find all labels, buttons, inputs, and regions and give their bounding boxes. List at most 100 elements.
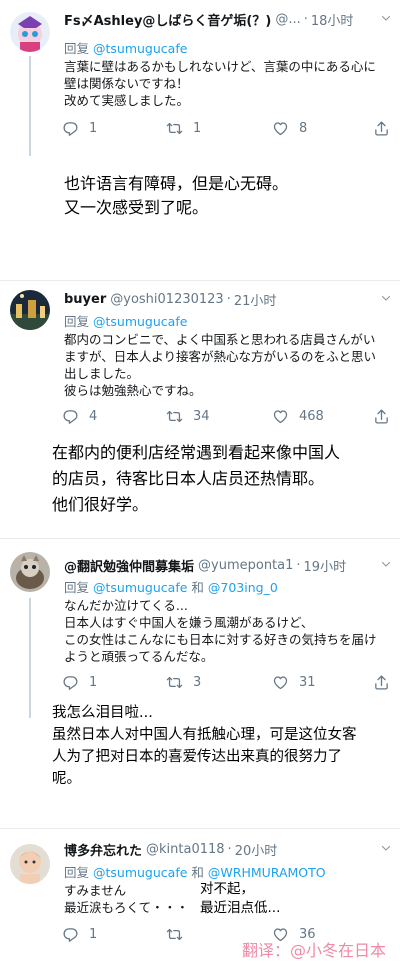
reply-mention[interactable]: @tsumugucafe xyxy=(93,41,187,56)
user-handle[interactable]: @kinta0118 xyxy=(146,842,225,857)
retweet-count: 3 xyxy=(193,675,202,690)
translation-line: 在都内的便利店经常遇到看起来像中国人 xyxy=(52,443,341,462)
tweet-text-line: 日本人はすぐ中国人を嫌う風潮があるけど、 xyxy=(64,615,314,630)
thread-line xyxy=(29,56,31,156)
avatar[interactable] xyxy=(10,552,50,592)
retweet-icon xyxy=(166,674,183,691)
divider xyxy=(0,280,400,281)
display-name[interactable]: Fs〆Ashley@しばらく音ゲ垢(？) xyxy=(64,10,271,29)
divider xyxy=(0,538,400,539)
caret-down-icon[interactable] xyxy=(380,12,392,24)
like-count: 8 xyxy=(299,121,308,136)
tweet-text-line: ようと頑張ってるんだな。 xyxy=(64,649,214,664)
retweet-button[interactable]: 1 xyxy=(166,120,201,137)
tweet-actions: 1 3 31 xyxy=(62,674,392,694)
translation-line: 虽然日本人对中国人有抵触心理，可是这位女客 xyxy=(52,727,357,743)
reply-icon xyxy=(62,674,79,691)
reply-icon xyxy=(62,926,79,943)
share-icon xyxy=(373,408,390,425)
reply-prefix: 回复 xyxy=(64,314,90,329)
user-handle[interactable]: @yoshi01230123 xyxy=(110,292,223,307)
display-name[interactable]: @翻訳勉強仲間募集垢 xyxy=(64,556,194,575)
reply-button[interactable]: 1 xyxy=(62,926,97,943)
tweet-text: 言葉に壁はあるかもしれないけど、言葉の中にある心に 壁は関係ないですね！ 改めて… xyxy=(64,58,390,109)
translation-line: 又一次感受到了呢。 xyxy=(64,198,209,217)
reply-count: 1 xyxy=(89,675,98,690)
retweet-icon xyxy=(166,926,183,943)
reply-icon xyxy=(62,408,79,425)
chinese-translation: 我怎么泪目啦... 虽然日本人对中国人有抵触心理，可是这位女客 人为了把对日本的… xyxy=(52,702,357,790)
user-handle[interactable]: @yumeponta1 xyxy=(198,558,293,573)
tweet-card[interactable]: buyer @yoshi01230123 · 21小时 回复 @tsumuguc… xyxy=(0,284,400,532)
avatar[interactable] xyxy=(10,12,50,52)
retweet-count: 1 xyxy=(193,121,202,136)
share-button[interactable] xyxy=(373,674,400,691)
display-name[interactable]: buyer xyxy=(64,292,106,307)
reply-button[interactable]: 4 xyxy=(62,408,97,425)
tweet-header: 博多弁忘れた @kinta0118 · 20小时 xyxy=(64,838,392,860)
reply-mention[interactable]: @703ing_0 xyxy=(208,580,278,595)
tweet-text-line: 出しました。 xyxy=(64,366,140,381)
like-button[interactable]: 8 xyxy=(272,120,307,137)
thread-line xyxy=(29,598,31,718)
tweet-text-line: 言葉に壁はあるかもしれないけど、言葉の中にある心に xyxy=(64,59,376,74)
reply-joiner: 和 xyxy=(191,580,204,595)
avatar[interactable] xyxy=(10,844,50,884)
retweet-button[interactable]: 3 xyxy=(166,674,201,691)
chinese-translation: 在都内的便利店经常遇到看起来像中国人 的店员，待客比日本人店员还热情耶。 他们很… xyxy=(52,440,340,518)
like-icon xyxy=(272,408,289,425)
reply-prefix: 回复 xyxy=(64,865,90,880)
timestamp[interactable]: 19小时 xyxy=(304,556,347,575)
reply-mention[interactable]: @tsumugucafe xyxy=(93,314,187,329)
reply-prefix: 回复 xyxy=(64,580,90,595)
separator-dot: · xyxy=(227,841,232,857)
caret-down-icon[interactable] xyxy=(380,292,392,304)
tweet-text-line: 彼らは勉強熱心ですね。 xyxy=(64,383,202,398)
like-icon xyxy=(272,120,289,137)
tweet-card[interactable]: @翻訳勉強仲間募集垢 @yumeponta1 · 19小时 回复 @tsumug… xyxy=(0,542,400,824)
translation-line: 对不起， xyxy=(200,881,254,897)
reply-context: 回复 @tsumugucafe 和 @WRHMURAMOTO xyxy=(64,862,326,881)
tweet-actions: 4 34 468 xyxy=(62,408,392,428)
retweet-count: 34 xyxy=(193,409,210,424)
reply-button[interactable]: 1 xyxy=(62,120,97,137)
retweet-button[interactable] xyxy=(166,926,193,943)
like-button[interactable]: 468 xyxy=(272,408,324,425)
display-name[interactable]: 博多弁忘れた xyxy=(64,840,142,859)
retweet-button[interactable]: 34 xyxy=(166,408,210,425)
timestamp[interactable]: 21小时 xyxy=(234,290,277,309)
tweet-header: buyer @yoshi01230123 · 21小时 xyxy=(64,288,392,310)
tweet-text: 都内のコンビニで、よく中国系と思われる店員さんがい ますが、日本人より接客が熱心… xyxy=(64,331,390,399)
retweet-icon xyxy=(166,408,183,425)
tweet-text: なんだか泣けてくる... 日本人はすぐ中国人を嫌う風潮があるけど、 この女性はこ… xyxy=(64,597,390,665)
separator-dot: · xyxy=(226,291,231,307)
user-handle[interactable]: @... xyxy=(275,12,300,27)
chinese-translation: 也许语言有障碍，但是心无碍。 又一次感受到了呢。 xyxy=(64,172,288,220)
translation-line: 最近泪点低... xyxy=(200,900,281,916)
translation-line: 他们很好学。 xyxy=(52,495,149,514)
like-icon xyxy=(272,674,289,691)
caret-down-icon[interactable] xyxy=(380,558,392,570)
timestamp[interactable]: 20小时 xyxy=(235,840,278,859)
reply-context: 回复 @tsumugucafe xyxy=(64,38,187,57)
tweet-card[interactable]: Fs〆Ashley@しばらく音ゲ垢(？) @... · 18小时 回复 @tsu… xyxy=(0,0,400,280)
reply-icon xyxy=(62,120,79,137)
reply-mention[interactable]: @tsumugucafe xyxy=(93,580,187,595)
tweet-text-line: なんだか泣けてくる... xyxy=(64,598,188,613)
tweet-text-line: 都内のコンビニで、よく中国系と思われる店員さんがい xyxy=(64,332,376,347)
translator-watermark: 翻译：@小冬在日本 xyxy=(241,941,386,960)
share-button[interactable] xyxy=(373,120,400,137)
caret-down-icon[interactable] xyxy=(380,842,392,854)
divider xyxy=(0,828,400,829)
avatar[interactable] xyxy=(10,290,50,330)
timestamp[interactable]: 18小时 xyxy=(311,10,354,29)
like-button[interactable]: 31 xyxy=(272,674,316,691)
like-count: 31 xyxy=(299,675,316,690)
share-button[interactable] xyxy=(373,408,400,425)
reply-mention[interactable]: @WRHMURAMOTO xyxy=(208,865,326,880)
retweet-icon xyxy=(166,120,183,137)
reply-button[interactable]: 1 xyxy=(62,674,97,691)
reply-prefix: 回复 xyxy=(64,41,90,56)
reply-count: 1 xyxy=(89,121,98,136)
reply-mention[interactable]: @tsumugucafe xyxy=(93,865,187,880)
